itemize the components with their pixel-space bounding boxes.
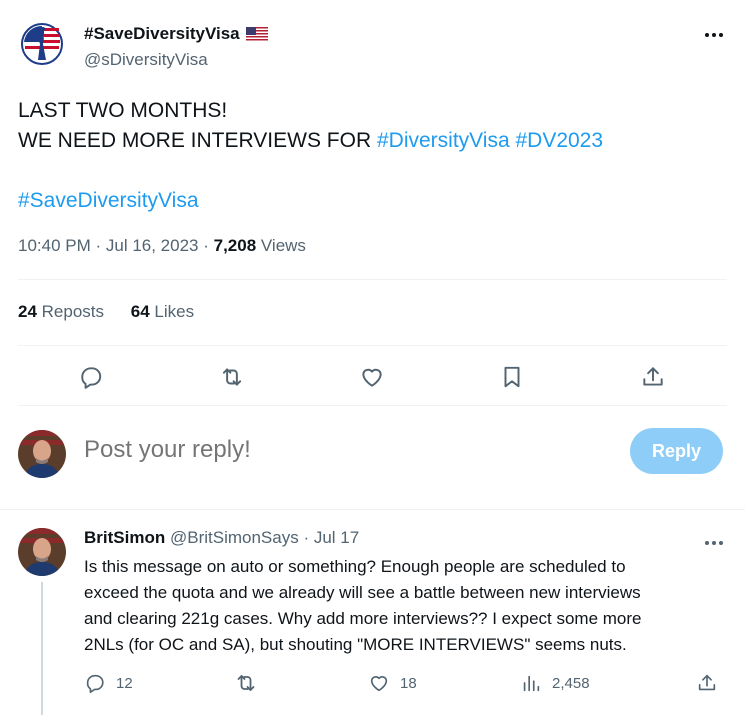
views-icon xyxy=(523,675,540,692)
repost-icon xyxy=(237,675,255,691)
reply-icon[interactable] xyxy=(76,362,106,392)
tweet-time[interactable]: 10:40 PM xyxy=(18,236,91,255)
tweet-metadata: 10:40 PM · Jul 16, 2023 · 7,208 Views xyxy=(18,236,306,256)
current-user-avatar[interactable] xyxy=(18,430,66,478)
reposts-stat[interactable]: 24 Reposts xyxy=(18,302,104,321)
more-options-icon[interactable] xyxy=(703,532,725,554)
tweet-text-line: WE NEED MORE INTERVIEWS FOR #DiversityVi… xyxy=(18,126,718,156)
meta-separator: · xyxy=(90,236,106,255)
likes-stat[interactable]: 64 Likes xyxy=(131,302,194,321)
reply-text-line: and clearing 221g cases. Why add more in… xyxy=(84,609,642,628)
likes-count: 64 xyxy=(130,302,150,321)
divider xyxy=(18,405,727,406)
tweet-text: LAST TWO MONTHS! WE NEED MORE INTERVIEWS … xyxy=(18,96,718,216)
reposts-count: 24 xyxy=(18,302,37,321)
reply-action-reply[interactable]: 12 xyxy=(84,670,133,696)
reply-count: 12 xyxy=(116,674,133,692)
reply-composer: Reply xyxy=(18,428,727,478)
tweet-actions-bar xyxy=(0,362,745,392)
author-avatar[interactable] xyxy=(18,20,66,68)
views-label: Views xyxy=(256,236,306,255)
divider xyxy=(18,279,727,280)
meta-separator: · xyxy=(298,528,314,547)
reply-text-line: Is this message on auto or something? En… xyxy=(84,557,626,576)
reposts-label: Reposts xyxy=(36,302,105,321)
like-icon xyxy=(370,676,388,692)
reply-action-like[interactable]: 18 xyxy=(368,670,417,696)
reply-author-avatar[interactable] xyxy=(18,528,66,576)
reply-text-line: 2NLs (for OC and SA), but shouting "MORE… xyxy=(84,635,627,654)
meta-separator: · xyxy=(198,236,214,255)
reply-date[interactable]: Jul 17 xyxy=(314,528,359,547)
reply-button[interactable]: Reply xyxy=(630,428,723,474)
reply-tweet[interactable]: BritSimon @BritSimonSays · Jul 17 Is thi… xyxy=(0,510,745,715)
tweet-author[interactable]: #SaveDiversityVisa @sDiversityVisa xyxy=(18,20,268,69)
views-count: 2,458 xyxy=(552,674,590,692)
reply-input[interactable] xyxy=(84,436,604,464)
reply-action-repost[interactable] xyxy=(234,670,268,696)
reply-text: Is this message on auto or something? En… xyxy=(84,554,734,658)
likes-label: Likes xyxy=(149,302,195,321)
share-icon[interactable] xyxy=(638,362,668,392)
reply-text-line: exceed the quota and we already will see… xyxy=(84,583,641,602)
user-photo-icon xyxy=(18,430,66,478)
tweet-date[interactable]: Jul 16, 2023 xyxy=(106,236,199,255)
reply-action-share[interactable] xyxy=(696,670,718,696)
us-flag-icon xyxy=(245,26,268,42)
bookmark-icon[interactable] xyxy=(497,362,527,392)
tweet-text-segment: WE NEED MORE INTERVIEWS FOR xyxy=(18,129,377,152)
views-count: 7,208 xyxy=(213,236,257,255)
tweet-stats: 24 Reposts 64 Likes xyxy=(18,302,216,322)
hashtag-link[interactable]: #SaveDiversityVisa xyxy=(18,189,199,212)
like-icon[interactable] xyxy=(357,362,387,392)
more-options-icon[interactable] xyxy=(703,24,725,46)
author-handle[interactable]: @sDiversityVisa xyxy=(84,50,268,70)
like-count: 18 xyxy=(400,674,417,692)
reply-author-handle[interactable]: @BritSimonSays xyxy=(170,528,299,547)
tweet-text-line: LAST TWO MONTHS! xyxy=(18,96,718,126)
hashtag-link[interactable]: #DiversityVisa xyxy=(377,129,510,152)
hashtag-link[interactable]: #DV2023 xyxy=(515,129,603,152)
user-photo-icon xyxy=(18,528,66,576)
author-name-text: #SaveDiversityVisa xyxy=(84,24,240,43)
reply-actions-bar: 12 18 2,458 xyxy=(84,670,724,696)
statue-of-liberty-logo-icon xyxy=(21,23,63,65)
thread-line xyxy=(41,582,43,715)
tweet-text-line xyxy=(18,156,718,186)
divider xyxy=(18,345,727,346)
tweet-text-line: #SaveDiversityVisa xyxy=(18,186,718,216)
reply-action-views[interactable]: 2,458 xyxy=(520,670,590,696)
reply-icon xyxy=(86,674,104,693)
share-icon xyxy=(698,674,716,691)
reply-header: BritSimon @BritSimonSays · Jul 17 xyxy=(84,528,359,548)
author-display-name[interactable]: #SaveDiversityVisa xyxy=(84,24,268,44)
repost-icon[interactable] xyxy=(217,362,247,392)
tweet-text-segment: LAST TWO MONTHS! xyxy=(18,99,228,122)
reply-author-name[interactable]: BritSimon xyxy=(84,528,165,547)
